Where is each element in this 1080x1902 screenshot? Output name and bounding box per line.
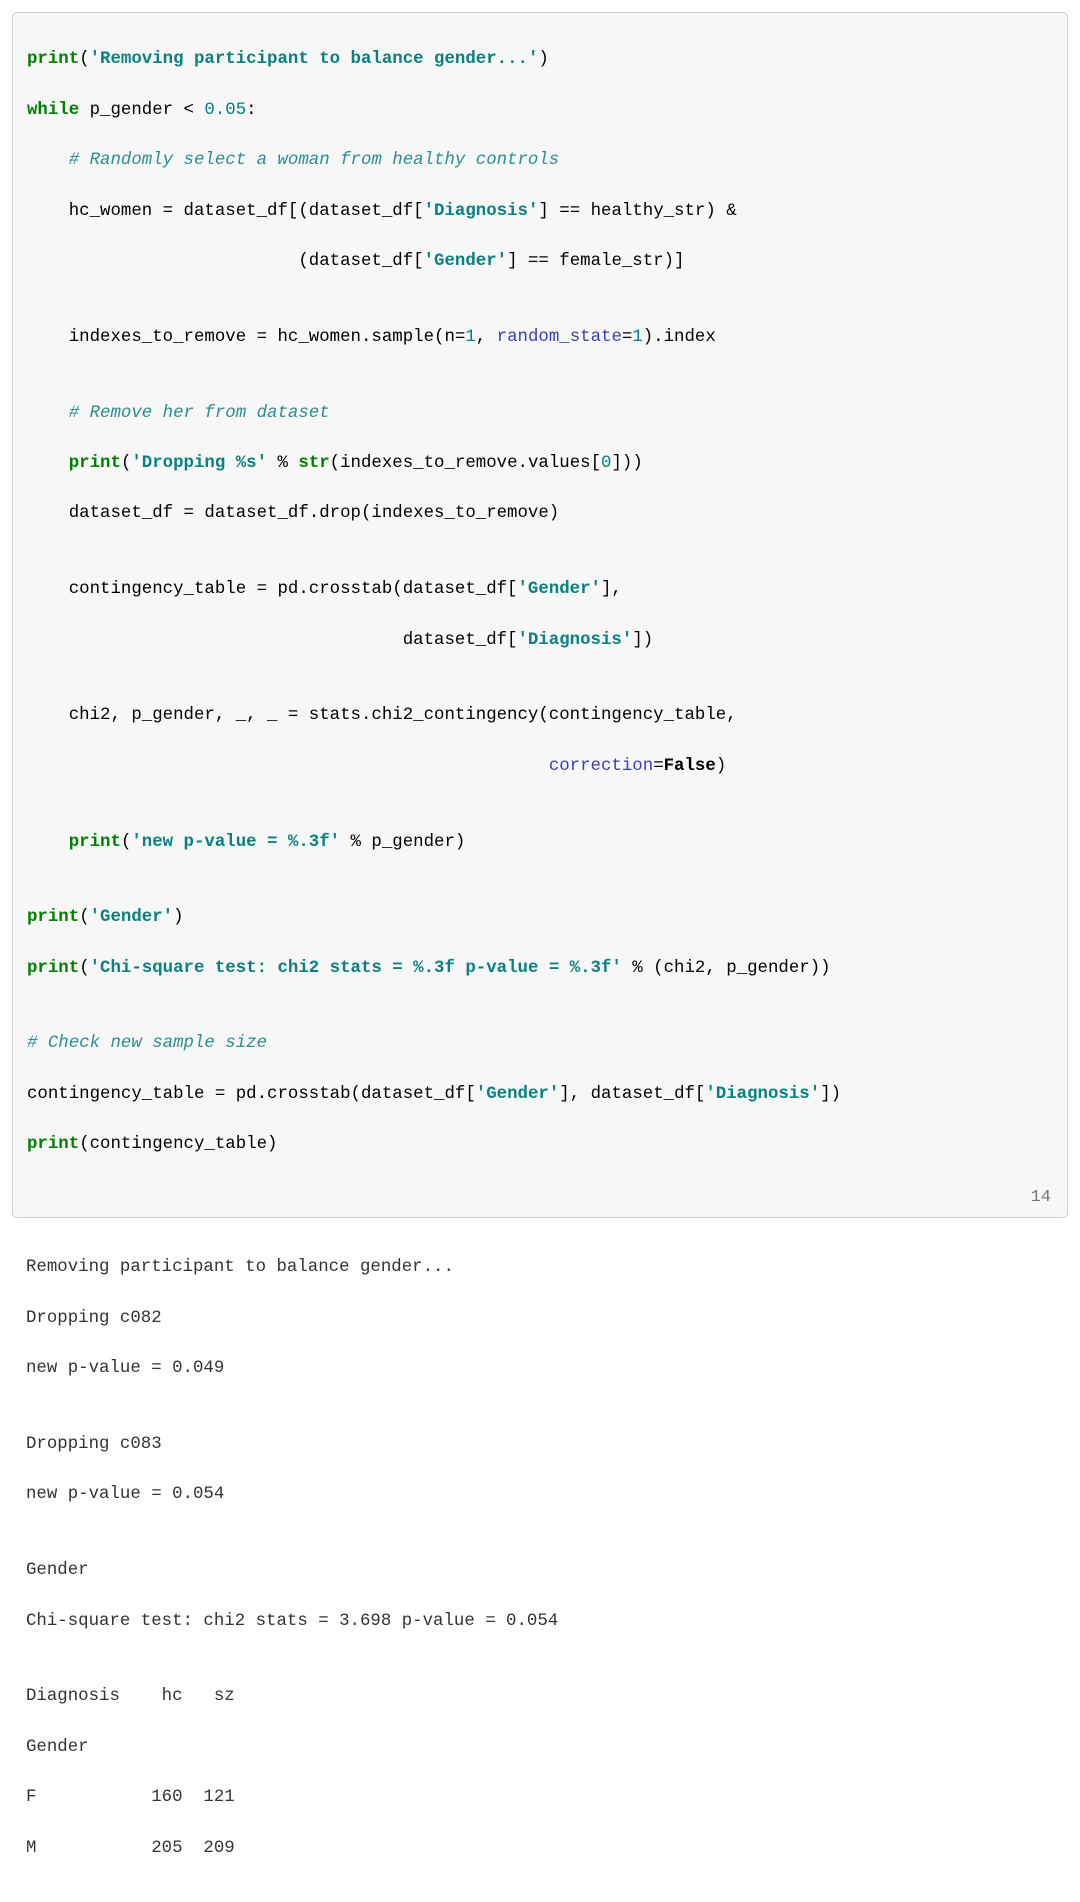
- code-text: [27, 454, 69, 473]
- code-text: p_gender <: [79, 101, 204, 120]
- code-text: (contingency_table): [79, 1135, 277, 1154]
- output-line: new p-value = 0.054: [26, 1482, 1054, 1507]
- code-text: (: [121, 454, 131, 473]
- number-literal: 0: [601, 454, 611, 473]
- string-literal: 'Diagnosis': [424, 202, 539, 221]
- string-literal: 'Gender': [518, 580, 602, 599]
- keyword-print: print: [27, 50, 79, 69]
- code-text: ): [538, 50, 548, 69]
- code-text: ]): [820, 1085, 841, 1104]
- string-literal: 'Removing participant to balance gender.…: [90, 50, 539, 69]
- code-text: (: [79, 50, 89, 69]
- code-text: % p_gender): [340, 833, 465, 852]
- output-line: Gender: [26, 1735, 1054, 1760]
- code-text: dataset_df[: [27, 631, 518, 650]
- code-text: ] == female_str)]: [507, 252, 684, 271]
- code-text: (indexes_to_remove.values[: [330, 454, 601, 473]
- output-line: Dropping c083: [26, 1432, 1054, 1457]
- code-text: (: [79, 908, 89, 927]
- string-literal: 'Gender': [90, 908, 174, 927]
- code-text: [27, 757, 549, 776]
- string-literal: 'Diagnosis': [518, 631, 633, 650]
- code-text: ], dataset_df[: [559, 1085, 705, 1104]
- keyword-print: print: [27, 959, 79, 978]
- code-text: contingency_table = pd.crosstab(dataset_…: [27, 580, 518, 599]
- code-text: ] == healthy_str) &: [538, 202, 736, 221]
- output-line: Dropping c082: [26, 1306, 1054, 1331]
- string-literal: 'Gender': [424, 252, 508, 271]
- comment: # Check new sample size: [27, 1034, 267, 1053]
- output-line: M 205 209: [26, 1836, 1054, 1861]
- bool-literal: False: [664, 757, 716, 776]
- code-text: ],: [601, 580, 622, 599]
- code-text: (: [79, 959, 89, 978]
- code-text: ): [173, 908, 183, 927]
- cell-execution-count: 14: [1031, 1186, 1051, 1211]
- code-text: =: [653, 757, 663, 776]
- keyword-print: print: [27, 1135, 79, 1154]
- code-text: ).index: [643, 328, 716, 347]
- code-text: indexes_to_remove = hc_women.sample(n=: [27, 328, 465, 347]
- code-text: [27, 833, 69, 852]
- string-literal: 'Diagnosis': [705, 1085, 820, 1104]
- number-literal: 1: [465, 328, 475, 347]
- kwarg: correction: [549, 757, 653, 776]
- code-text: (dataset_df[: [27, 252, 424, 271]
- keyword-while: while: [27, 101, 79, 120]
- code-text: hc_women = dataset_df[(dataset_df[: [27, 202, 424, 221]
- code-text: :: [246, 101, 256, 120]
- string-literal: 'Dropping %s': [131, 454, 267, 473]
- code-text: % (chi2, p_gender)): [622, 959, 831, 978]
- code-text: ])): [611, 454, 642, 473]
- keyword-print: print: [69, 454, 121, 473]
- output-line: new p-value = 0.049: [26, 1356, 1054, 1381]
- code-text: =: [622, 328, 632, 347]
- string-literal: 'Chi-square test: chi2 stats = %.3f p-va…: [90, 959, 622, 978]
- comment: # Remove her from dataset: [27, 404, 330, 423]
- keyword-print: print: [27, 908, 79, 927]
- output-line: Chi-square test: chi2 stats = 3.698 p-va…: [26, 1609, 1054, 1634]
- code-cell: print('Removing participant to balance g…: [12, 12, 1068, 1218]
- builtin-str: str: [298, 454, 329, 473]
- code-text: chi2, p_gender, _, _ = stats.chi2_contin…: [27, 706, 737, 725]
- output-line: Removing participant to balance gender..…: [26, 1255, 1054, 1280]
- code-text: ,: [476, 328, 497, 347]
- output-line: Gender: [26, 1558, 1054, 1583]
- output-line: F 160 121: [26, 1785, 1054, 1810]
- output-line: Diagnosis hc sz: [26, 1684, 1054, 1709]
- string-literal: 'new p-value = %.3f': [131, 833, 340, 852]
- string-literal: 'Gender': [476, 1085, 560, 1104]
- kwarg: random_state: [497, 328, 622, 347]
- code-text: (: [121, 833, 131, 852]
- keyword-print: print: [69, 833, 121, 852]
- number-literal: 0.05: [204, 101, 246, 120]
- output-cell: Removing participant to balance gender..…: [12, 1218, 1068, 1890]
- code-text: dataset_df = dataset_df.drop(indexes_to_…: [27, 504, 559, 523]
- code-text: contingency_table = pd.crosstab(dataset_…: [27, 1085, 476, 1104]
- code-text: ]): [632, 631, 653, 650]
- code-text: ): [716, 757, 726, 776]
- code-text: %: [267, 454, 298, 473]
- comment: # Randomly select a woman from healthy c…: [27, 151, 559, 170]
- number-literal: 1: [632, 328, 642, 347]
